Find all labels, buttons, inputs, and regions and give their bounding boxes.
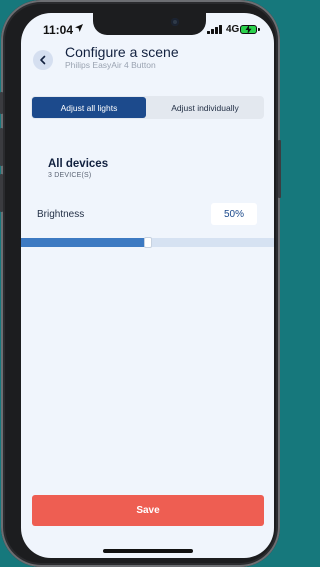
- network-type: 4G: [226, 24, 240, 35]
- notch: [93, 13, 206, 35]
- bolt-icon: [245, 25, 252, 34]
- chevron-left-icon: [40, 55, 46, 65]
- home-indicator: [103, 549, 193, 553]
- segment-adjust-individually[interactable]: Adjust individually: [147, 97, 263, 118]
- adjust-mode-segmented-control: Adjust all lights Adjust individually: [31, 96, 264, 119]
- camera-icon: [171, 18, 179, 26]
- brightness-label: Brightness: [37, 209, 85, 220]
- volume-up-button: [0, 128, 3, 166]
- save-button[interactable]: Save: [32, 495, 264, 526]
- device-count: 3 DEVICE(S): [48, 172, 92, 179]
- status-bar: 11:04 4G: [21, 13, 274, 43]
- volume-down-button: [0, 174, 3, 212]
- status-time: 11:04: [43, 23, 74, 37]
- phone-frame: 11:04 4G Configure a scene Philips EasyA…: [0, 0, 281, 567]
- location-arrow-icon: [75, 24, 83, 32]
- segment-adjust-all-lights[interactable]: Adjust all lights: [32, 97, 146, 118]
- group-name: All devices: [48, 158, 109, 170]
- app-screen: 11:04 4G Configure a scene Philips EasyA…: [21, 13, 274, 558]
- brightness-value-field[interactable]: 50%: [211, 203, 257, 225]
- mute-switch: [0, 92, 3, 114]
- back-button[interactable]: [33, 50, 53, 70]
- power-button: [278, 140, 281, 198]
- brightness-slider-fill: [21, 238, 148, 247]
- page-subtitle: Philips EasyAir 4 Button: [65, 60, 156, 70]
- signal-bars-icon: [207, 25, 222, 34]
- brightness-slider[interactable]: [21, 237, 274, 248]
- brightness-slider-thumb[interactable]: [144, 237, 152, 248]
- page-title: Configure a scene: [65, 44, 179, 60]
